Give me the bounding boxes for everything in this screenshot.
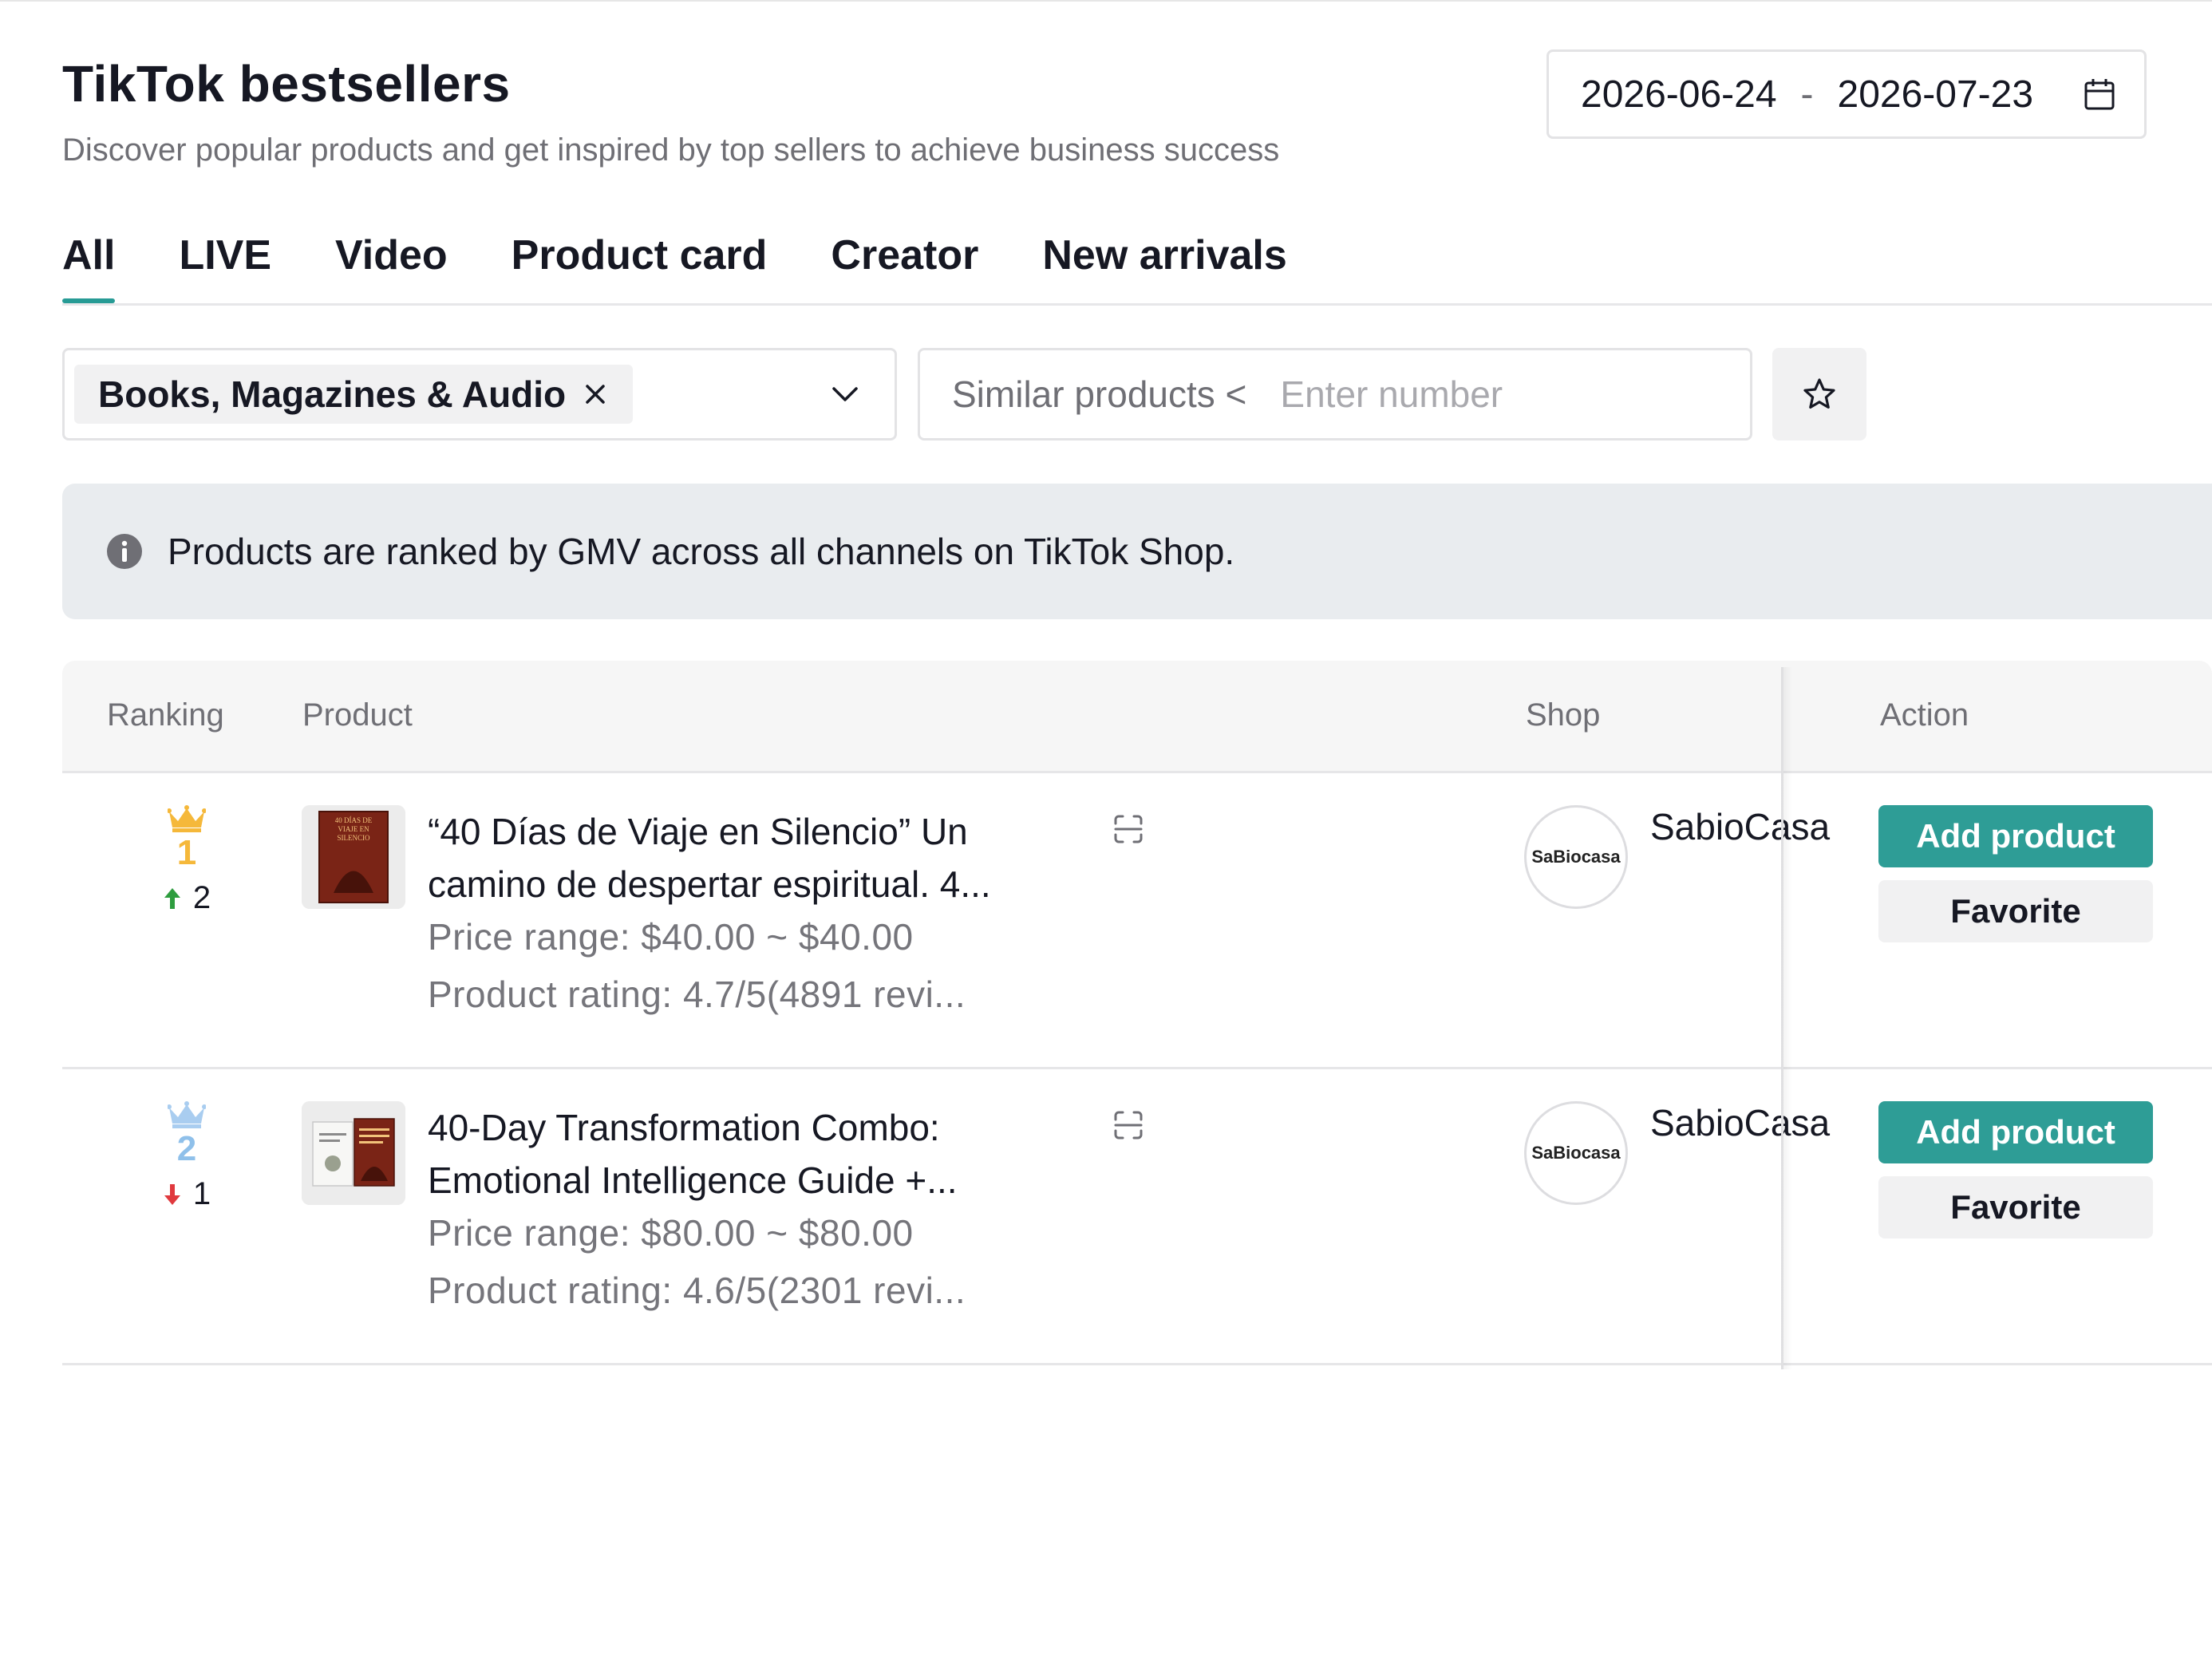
date-end: 2026-07-23 bbox=[1837, 73, 2034, 116]
silver-crown-icon bbox=[168, 1101, 206, 1128]
bestsellers-table: Ranking Product Shop Action 1 2 40 DÍAS … bbox=[62, 661, 2212, 1365]
scan-icon[interactable] bbox=[1112, 1109, 1144, 1141]
tab-bar: All LIVE Video Product card Creator New … bbox=[62, 231, 1351, 303]
category-chip-label: Books, Magazines & Audio bbox=[98, 373, 567, 415]
gold-crown-icon bbox=[168, 805, 206, 832]
page-subtitle: Discover popular products and get inspir… bbox=[62, 132, 1280, 168]
product-price-range: Price range: $80.00 ~ $80.00 bbox=[428, 1212, 914, 1254]
shop-avatar[interactable]: SaBiocasa bbox=[1524, 1101, 1628, 1205]
product-thumbnail[interactable]: 40 DÍAS DE VIAJE EN SILENCIO bbox=[302, 805, 405, 909]
rank-change: 2 bbox=[145, 880, 228, 916]
rank-cell: 1 2 bbox=[145, 805, 228, 916]
date-start: 2026-06-24 bbox=[1581, 73, 1777, 116]
tab-creator[interactable]: Creator bbox=[831, 231, 978, 303]
table-header: Ranking Product Shop Action bbox=[62, 661, 2212, 771]
star-icon bbox=[1803, 378, 1835, 409]
product-price-range: Price range: $40.00 ~ $40.00 bbox=[428, 916, 914, 958]
product-title[interactable]: “40 Días de Viaje en Silencio” Un camino… bbox=[428, 805, 1058, 910]
favorites-button[interactable] bbox=[1772, 348, 1866, 440]
top-divider bbox=[0, 0, 2212, 2]
table-row[interactable]: 2 1 40-Day Transformation Combo: Emotion… bbox=[62, 1067, 2212, 1365]
rank-number: 1 bbox=[176, 833, 197, 872]
add-product-button[interactable]: Add product bbox=[1878, 1101, 2153, 1163]
rank-change: 1 bbox=[145, 1176, 228, 1212]
tabs-divider bbox=[62, 303, 2212, 306]
product-rating: Product rating: 4.7/5(4891 revi... bbox=[428, 974, 966, 1015]
tab-live[interactable]: LIVE bbox=[179, 231, 271, 303]
page-title: TikTok bestsellers bbox=[62, 55, 511, 113]
svg-text:VIAJE EN: VIAJE EN bbox=[338, 825, 369, 833]
shop-name[interactable]: SabioCasa bbox=[1650, 1101, 1830, 1144]
product-title[interactable]: 40-Day Transformation Combo: Emotional I… bbox=[428, 1101, 1058, 1207]
arrow-up-icon bbox=[164, 887, 180, 909]
arrow-down-icon bbox=[164, 1183, 180, 1205]
column-shop[interactable]: Shop bbox=[1526, 697, 1600, 733]
close-icon[interactable] bbox=[583, 382, 607, 406]
category-chip: Books, Magazines & Audio bbox=[74, 365, 634, 424]
date-range-picker[interactable]: 2026-06-24 - 2026-07-23 bbox=[1546, 49, 2147, 139]
product-thumbnail[interactable] bbox=[302, 1101, 405, 1205]
tab-new-arrivals[interactable]: New arrivals bbox=[1042, 231, 1286, 303]
scan-icon[interactable] bbox=[1112, 813, 1144, 845]
table-row[interactable]: 1 2 40 DÍAS DE VIAJE EN SILENCIO “40 Día… bbox=[62, 771, 2212, 1067]
rank-change-value: 2 bbox=[192, 880, 211, 915]
svg-text:40 DÍAS DE: 40 DÍAS DE bbox=[335, 816, 373, 824]
similar-products-input[interactable] bbox=[1278, 372, 1697, 417]
similar-products-label: Similar products < bbox=[952, 373, 1247, 415]
category-select[interactable]: Books, Magazines & Audio bbox=[62, 348, 897, 440]
info-banner: Products are ranked by GMV across all ch… bbox=[62, 484, 2212, 619]
tab-product-card[interactable]: Product card bbox=[512, 231, 768, 303]
info-icon bbox=[107, 534, 142, 569]
svg-text:SILENCIO: SILENCIO bbox=[338, 834, 370, 842]
rank-number: 2 bbox=[176, 1129, 197, 1168]
rank-cell: 2 1 bbox=[145, 1101, 228, 1212]
book-combo-image bbox=[302, 1101, 405, 1205]
calendar-icon[interactable] bbox=[2084, 77, 2115, 111]
similar-products-filter: Similar products < bbox=[918, 348, 1752, 440]
add-product-button[interactable]: Add product bbox=[1878, 805, 2153, 867]
tab-video[interactable]: Video bbox=[335, 231, 448, 303]
column-action: Action bbox=[1880, 697, 1969, 733]
book-cover-image: 40 DÍAS DE VIAJE EN SILENCIO bbox=[302, 805, 405, 909]
chevron-down-icon[interactable] bbox=[829, 378, 861, 410]
shop-avatar[interactable]: SaBiocasa bbox=[1524, 805, 1628, 909]
column-ranking[interactable]: Ranking bbox=[107, 697, 224, 733]
favorite-button[interactable]: Favorite bbox=[1878, 880, 2153, 942]
column-product[interactable]: Product bbox=[302, 697, 413, 733]
product-rating: Product rating: 4.6/5(2301 revi... bbox=[428, 1270, 966, 1311]
tab-all[interactable]: All bbox=[62, 231, 116, 303]
favorite-button[interactable]: Favorite bbox=[1878, 1176, 2153, 1238]
shop-name[interactable]: SabioCasa bbox=[1650, 805, 1830, 848]
rank-change-value: 1 bbox=[192, 1176, 211, 1211]
action-column-shadow bbox=[1781, 667, 1792, 1369]
info-banner-text: Products are ranked by GMV across all ch… bbox=[168, 531, 1235, 572]
date-separator: - bbox=[1800, 73, 1814, 116]
